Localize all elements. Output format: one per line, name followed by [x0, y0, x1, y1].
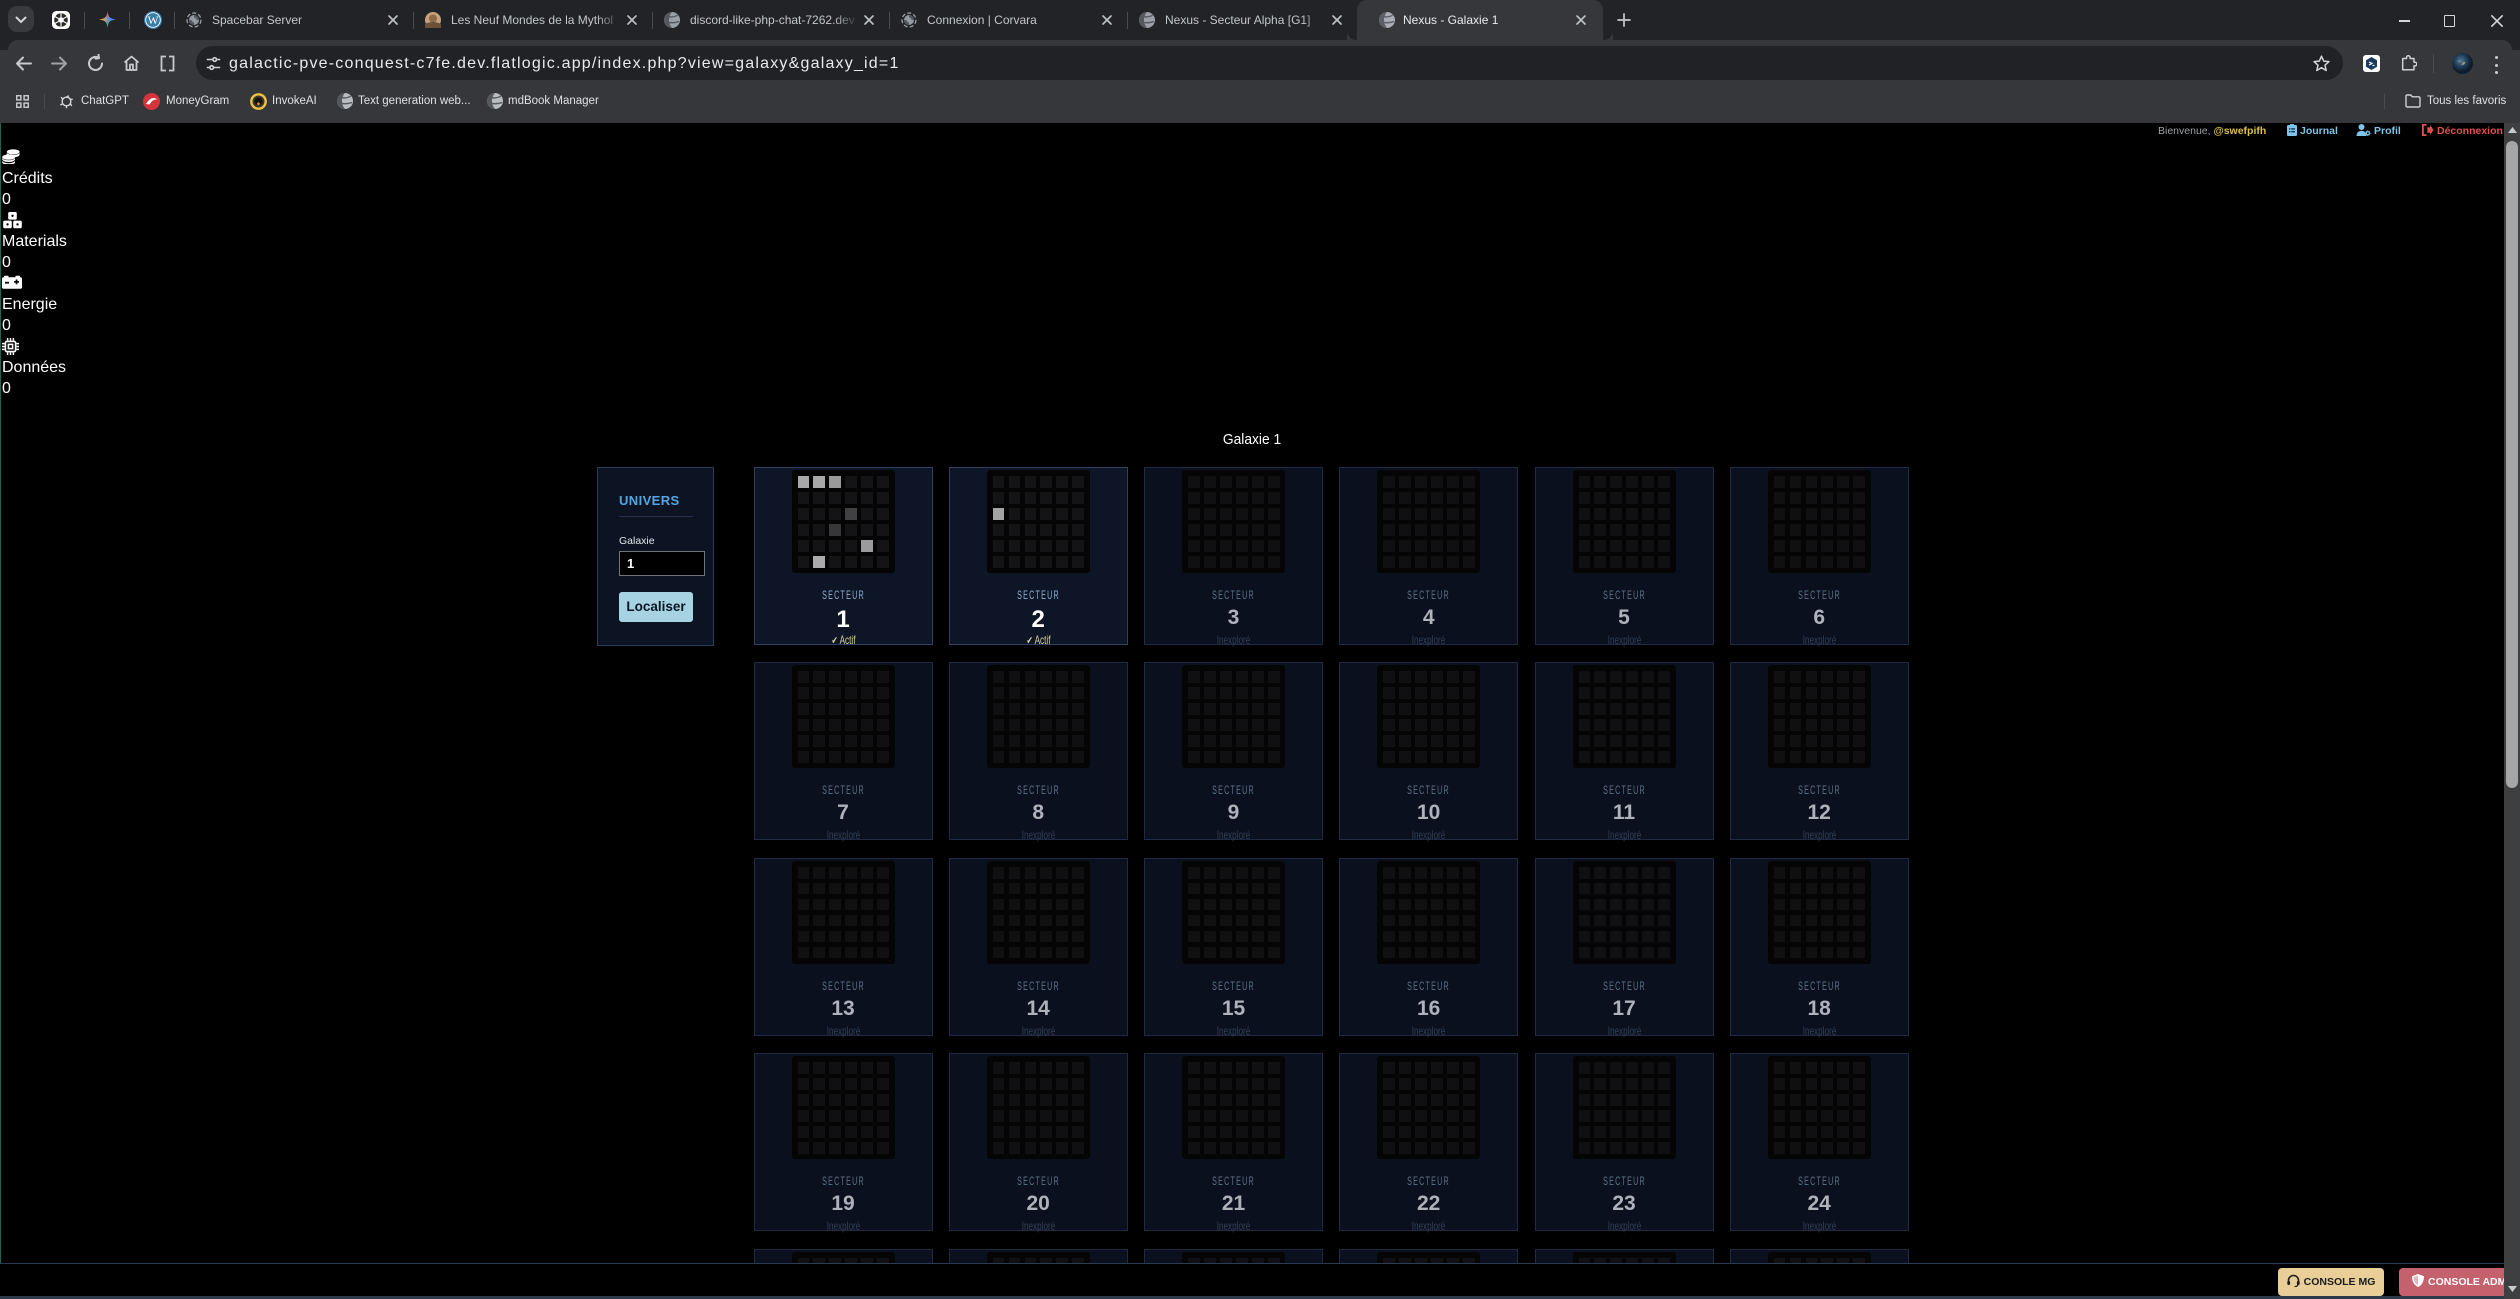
svg-text:W: W — [148, 15, 159, 27]
